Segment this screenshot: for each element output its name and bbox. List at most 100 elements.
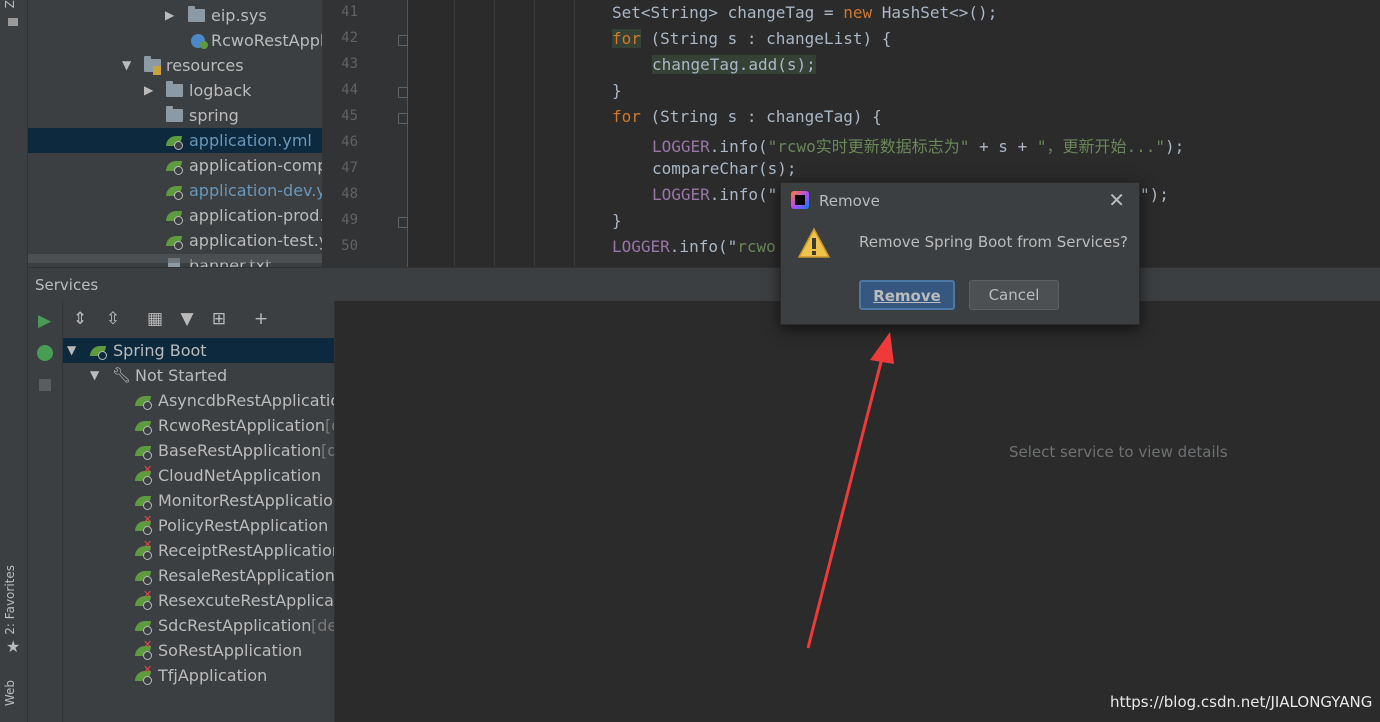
collapse-arrow-icon[interactable]: ▼ [122,53,131,78]
collapse-all-icon[interactable]: ⇳ [103,309,123,329]
service-app-row[interactable]: AsyncdbRestApplication [63,388,334,413]
fold-marker-icon[interactable] [398,113,408,124]
new-group-icon[interactable]: ⊞ [209,309,229,329]
code-line-44: } [612,81,622,100]
tree-item-label: resources [166,56,244,75]
gear-badge-icon [143,501,152,510]
tree-item-label: RcwoRestAppli [211,31,322,50]
web-tab[interactable]: Web [3,680,17,706]
tree-item-eip-sys[interactable]: ▶ eip.sys [28,3,322,28]
fold-marker-icon[interactable] [398,87,408,98]
error-badge-icon: ✕ [143,538,153,551]
expand-all-icon[interactable]: ⇕ [70,309,90,329]
code-line-50: LOGGER.info("rcwo [612,237,776,256]
service-app-row[interactable]: SdcRestApplication [dev [63,613,334,638]
code-text: .info(" [669,237,738,256]
tree-item-application-compa[interactable]: application-compa [28,153,322,178]
code-text: HashSet<>(); [872,3,998,22]
fold-marker-icon[interactable] [398,217,408,228]
tree-item-application-test[interactable]: application-test.ym [28,228,322,253]
code-line-45: for (String s : changeTag) { [612,107,882,126]
line-number: 48 [341,186,358,202]
service-app-label: BaseRestApplication [158,441,322,460]
debug-icon[interactable] [37,345,53,361]
services-toolbar: ⇕ ⇳ ▦ ▼ ⊞ + [63,301,334,337]
line-number: 43 [341,56,358,72]
horizontal-scrollbar[interactable] [28,254,322,263]
tree-item-resources[interactable]: ▼ resources [28,53,322,78]
code-text: changeTag.add(s); [652,55,816,74]
expand-arrow-icon[interactable]: ▶ [165,3,174,28]
filter-icon[interactable]: ▼ [177,309,197,329]
service-app-row[interactable]: ResaleRestApplication [c [63,563,334,588]
wrench-icon: 🔧︎ [112,366,132,384]
tree-item-application-dev[interactable]: application-dev.ym [28,178,322,203]
line-number: 47 [341,160,358,176]
resources-badge-icon [153,66,161,75]
service-app-row[interactable]: MonitorRestApplication [63,488,334,513]
tree-item-not-started[interactable]: ▼ 🔧︎ Not Started [63,363,334,388]
string-literal: rcwo [737,237,776,256]
remove-button[interactable]: Remove [859,280,955,310]
tree-item-label: spring [189,106,239,125]
left-tool-strip: Z 2: Favorites ★ Web [0,0,28,722]
service-app-row[interactable]: ✕ CloudNetApplication [63,463,334,488]
error-badge-icon: ✕ [143,638,153,651]
expand-arrow-icon[interactable]: ▶ [144,78,153,103]
error-badge-icon: ✕ [143,513,153,526]
tree-item-logback[interactable]: ▶ logback [28,78,322,103]
string-literal: "rcwo实时更新数据标志为" [767,137,970,156]
service-app-label: SoRestApplication [158,641,303,660]
indent-guide [454,0,455,267]
structure-tab[interactable]: Z [3,0,17,8]
cancel-button[interactable]: Cancel [969,280,1059,310]
favorites-tab[interactable]: 2: Favorites [3,565,17,635]
tree-item-label: Spring Boot [113,341,207,360]
services-side-toolbar: ▶ [28,301,63,722]
constant: LOGGER [652,185,710,204]
tree-item-label: application-test.ym [189,231,322,250]
constant: LOGGER [652,137,710,156]
tree-item-application-prod[interactable]: application-prod.y [28,203,322,228]
annotation-arrow [806,332,894,649]
code-line-48-end: "); [1140,185,1169,204]
tree-item-application-yml[interactable]: application.yml [28,128,322,153]
error-badge-icon: ✕ [143,463,153,476]
collapse-arrow-icon[interactable]: ▼ [67,338,76,363]
gear-badge-icon [174,191,183,200]
tree-item-spring[interactable]: spring [28,103,322,128]
stop-icon[interactable] [39,379,51,391]
code-text: (String s : changeList) { [640,29,892,48]
tree-item-spring-boot[interactable]: ▼ Spring Boot [63,338,334,363]
project-tree: ▶ eip.sys RcwoRestAppli ▼ resources ▶ lo… [28,0,322,267]
service-app-row[interactable]: ✕ ReceiptRestApplication [63,538,334,563]
service-app-row[interactable]: ✕ TfjApplication [63,663,334,688]
service-app-row[interactable]: BaseRestApplication [de [63,438,334,463]
gear-badge-icon [98,351,107,360]
group-by-icon[interactable]: ▦ [145,309,165,329]
service-app-row[interactable]: RcwoRestApplication [d [63,413,334,438]
detail-placeholder: Select service to view details [1009,443,1228,461]
indent-guide [494,0,495,267]
gear-badge-icon [143,401,152,410]
line-number: 45 [341,108,358,124]
service-app-label: ReceiptRestApplication [158,541,334,560]
line-number: 50 [341,238,358,254]
service-app-row[interactable]: ✕ SoRestApplication [63,638,334,663]
fold-marker-icon[interactable] [398,35,408,46]
service-app-label: ResaleRestApplication [158,566,334,585]
service-app-label: RcwoRestApplication [158,416,326,435]
code-text: } [612,211,622,230]
collapse-arrow-icon[interactable]: ▼ [90,363,99,388]
service-app-row[interactable]: ✕ ResexcuteRestApplicatio [63,588,334,613]
services-header: Services [28,267,1380,303]
gear-badge-icon [143,526,152,535]
service-app-label: SdcRestApplication [158,616,312,635]
add-service-icon[interactable]: + [251,309,271,329]
tree-item-rcwo-app-class[interactable]: RcwoRestAppli [28,28,322,53]
service-app-profile: [dev [311,616,334,635]
run-icon[interactable]: ▶ [38,311,51,331]
close-icon[interactable]: ✕ [1108,188,1125,212]
tree-item-label: eip.sys [211,6,267,25]
service-app-row[interactable]: ✕ PolicyRestApplication [63,513,334,538]
